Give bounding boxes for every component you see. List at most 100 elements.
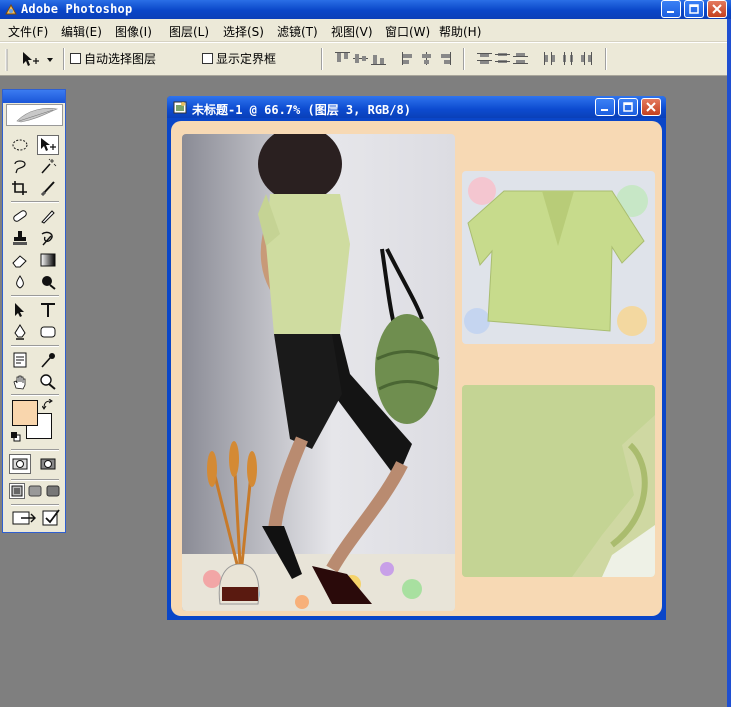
align-right-icon[interactable] — [436, 51, 453, 66]
edit-in-imageready-button[interactable] — [41, 508, 61, 528]
menu-edit[interactable]: 编辑(E) — [61, 23, 102, 40]
move-tool[interactable] — [37, 135, 59, 155]
menu-view[interactable]: 视图(V) — [331, 23, 373, 40]
distribute-right-icon[interactable] — [578, 51, 595, 66]
toolbox-separator — [11, 295, 59, 297]
document-window: 未标题-1 @ 66.7% (图层 3, RGB/8) — [167, 96, 666, 620]
menu-window[interactable]: 窗口(W) — [385, 23, 430, 40]
clone-stamp-tool[interactable] — [9, 228, 31, 248]
document-canvas[interactable] — [171, 121, 662, 616]
zoom-tool[interactable] — [37, 372, 59, 392]
close-icon — [646, 102, 656, 112]
menu-bar: 文件(F) 编辑(E) 图像(I) 图层(L) 选择(S) 滤镜(T) 视图(V… — [0, 19, 731, 42]
standard-mode-icon — [12, 458, 28, 470]
distribute-bottom-icon[interactable] — [512, 51, 529, 66]
align-left-icon[interactable] — [400, 51, 417, 66]
blur-tool-icon — [16, 275, 24, 289]
crop-tool[interactable] — [9, 178, 31, 198]
app-titlebar: Adobe Photoshop — [0, 0, 731, 19]
maximize-icon — [623, 102, 633, 112]
pen-tool[interactable] — [9, 322, 31, 342]
gradient-tool-icon — [40, 253, 56, 267]
default-colors-icon[interactable] — [11, 432, 21, 442]
full-screen-menu-icon — [28, 485, 42, 497]
options-separator — [605, 48, 607, 70]
quick-mask-icon — [40, 458, 56, 470]
align-bottom-icon[interactable] — [370, 51, 387, 66]
lasso-tool-icon — [14, 160, 26, 174]
clone-stamp-tool-icon — [13, 231, 27, 245]
toolbox-separator — [11, 394, 59, 396]
quick-mask-mode-button[interactable] — [37, 454, 59, 474]
document-maximize-button[interactable] — [618, 98, 638, 116]
toolbox-separator — [11, 479, 59, 481]
minimize-button[interactable] — [661, 0, 681, 18]
photoshop-app-icon — [5, 3, 17, 15]
distribute-left-icon[interactable] — [542, 51, 559, 66]
toolbox-separator — [11, 345, 59, 347]
crop-tool-icon — [12, 181, 27, 195]
lasso-tool[interactable] — [9, 156, 31, 176]
align-top-icon[interactable] — [334, 51, 351, 66]
options-grip-icon — [5, 49, 8, 71]
close-button[interactable] — [707, 0, 727, 18]
healing-brush-tool[interactable] — [9, 206, 31, 226]
marquee-tool[interactable] — [9, 135, 31, 155]
menu-file[interactable]: 文件(F) — [8, 23, 48, 40]
maximize-button[interactable] — [684, 0, 704, 18]
align-vertical-center-icon[interactable] — [352, 51, 369, 66]
sweater-detail-photo — [462, 385, 655, 577]
eraser-tool-icon — [12, 255, 27, 268]
type-tool[interactable] — [37, 300, 59, 320]
brush-tool-icon — [41, 210, 55, 224]
pen-tool-icon — [14, 324, 26, 340]
jump-to-imageready-button[interactable] — [11, 508, 37, 528]
document-icon — [173, 101, 187, 114]
shape-tool[interactable] — [37, 322, 59, 342]
gradient-tool[interactable] — [37, 250, 59, 270]
toolbox-titlebar[interactable] — [3, 90, 65, 103]
swap-colors-icon[interactable] — [42, 399, 54, 411]
menu-filter[interactable]: 滤镜(T) — [277, 23, 318, 40]
align-horizontal-center-icon[interactable] — [418, 51, 435, 66]
magic-wand-tool-icon — [41, 158, 57, 174]
document-titlebar[interactable]: 未标题-1 @ 66.7% (图层 3, RGB/8) — [167, 96, 666, 118]
menu-image[interactable]: 图像(I) — [115, 23, 152, 40]
distribute-top-icon[interactable] — [476, 51, 493, 66]
options-separator — [63, 48, 65, 70]
magic-wand-tool[interactable] — [37, 156, 59, 176]
menu-layer[interactable]: 图层(L) — [169, 23, 209, 40]
close-icon — [712, 4, 722, 14]
imageready-icon — [42, 509, 60, 526]
document-minimize-button[interactable] — [595, 98, 615, 116]
slice-tool[interactable] — [37, 178, 59, 198]
menu-help[interactable]: 帮助(H) — [439, 23, 481, 40]
auto-select-layer-checkbox[interactable] — [70, 53, 81, 64]
notes-tool[interactable] — [9, 350, 31, 370]
brush-tool[interactable] — [37, 206, 59, 226]
distribute-horizontal-center-icon[interactable] — [560, 51, 577, 66]
dodge-tool[interactable] — [37, 272, 59, 292]
menu-select[interactable]: 选择(S) — [223, 23, 264, 40]
path-selection-tool[interactable] — [9, 300, 31, 320]
full-screen-mode-button[interactable] — [45, 483, 61, 499]
options-separator — [321, 48, 323, 70]
blur-tool[interactable] — [9, 272, 31, 292]
eyedropper-tool-icon — [41, 353, 55, 368]
adobe-online-feather-icon[interactable] — [6, 104, 63, 126]
standard-screen-mode-button[interactable] — [9, 483, 25, 499]
hand-tool[interactable] — [9, 372, 31, 392]
app-title: Adobe Photoshop — [21, 2, 133, 16]
eyedropper-tool[interactable] — [37, 350, 59, 370]
foreground-color-swatch[interactable] — [12, 400, 38, 426]
show-bounding-box-checkbox[interactable] — [202, 53, 213, 64]
full-screen-menu-mode-button[interactable] — [27, 483, 43, 499]
distribute-vertical-center-icon[interactable] — [494, 51, 511, 66]
options-separator — [463, 48, 465, 70]
history-brush-tool[interactable] — [37, 228, 59, 248]
eraser-tool[interactable] — [9, 250, 31, 270]
document-close-button[interactable] — [641, 98, 661, 116]
minimize-icon — [601, 109, 608, 111]
tool-preset-picker[interactable] — [19, 48, 59, 70]
standard-mode-button[interactable] — [9, 454, 31, 474]
